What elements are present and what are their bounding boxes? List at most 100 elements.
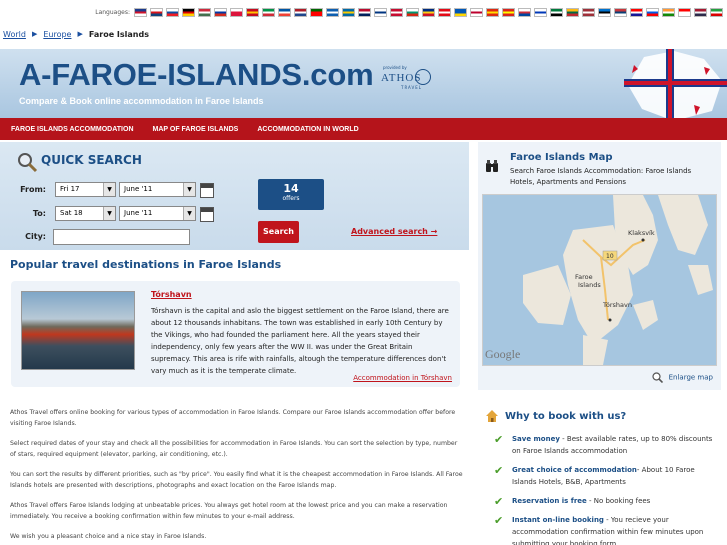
map-title[interactable]: Faroe Islands Map <box>510 152 612 163</box>
athos-travel: TRAVEL <box>401 85 423 90</box>
flag-id-icon[interactable] <box>678 7 691 17</box>
intro-paragraph: Select required dates of your stay and c… <box>10 440 458 458</box>
from-day-select[interactable]: Fri 17 ▼ <box>55 182 116 197</box>
languages-label: Languages: <box>95 8 130 16</box>
map-subtitle: Search Faroe Islands Accommodation: Faro… <box>510 167 692 186</box>
flag-si-icon[interactable] <box>646 7 659 17</box>
to-label: To: <box>32 209 46 218</box>
breadcrumb-current: Faroe Islands <box>88 29 149 39</box>
why-item-title: Reservation is free <box>512 497 587 505</box>
intro-paragraph: Athos Travel offers online booking for v… <box>10 409 456 427</box>
breadcrumb: World ▶ Europe ▶ Faroe Islands <box>3 28 149 40</box>
offers-count-badge[interactable]: 14 offers <box>258 179 324 210</box>
flag-de-icon[interactable] <box>182 7 195 17</box>
quick-search-panel: QUICK SEARCH From: Fri 17 ▼ June '11 ▼ T… <box>0 142 469 250</box>
flag-fi-icon[interactable] <box>374 7 387 17</box>
dropdown-arrow-icon: ▼ <box>103 183 115 196</box>
map-label-islands: Islands <box>578 281 601 289</box>
flag-it-icon[interactable] <box>262 7 275 17</box>
why-item-title: Save money <box>512 435 560 443</box>
from-month-select[interactable]: June '11 ▼ <box>119 182 196 197</box>
why-book-panel: Why to book with us? ✔ Save money - Best… <box>478 396 721 545</box>
flag-il-icon[interactable] <box>534 7 547 17</box>
destination-name-link[interactable]: Tórshavn <box>151 290 192 299</box>
flag-ro-icon[interactable] <box>422 7 435 17</box>
flag-jp-icon[interactable] <box>470 7 483 17</box>
city-input[interactable] <box>53 229 190 245</box>
flag-lv-icon[interactable] <box>582 7 595 17</box>
zoom-icon <box>652 372 663 383</box>
flag-gr-icon[interactable] <box>326 7 339 17</box>
flag-no-icon[interactable] <box>358 7 371 17</box>
dropdown-arrow-icon: ▼ <box>183 183 195 196</box>
google-logo: Google <box>485 347 520 361</box>
flag-bg-icon[interactable] <box>406 7 419 17</box>
map-label-klaksvik: Klaksvík <box>628 229 655 237</box>
athos-provided: provided by <box>383 65 407 70</box>
house-icon <box>486 410 498 422</box>
flag-nl-icon[interactable] <box>294 7 307 17</box>
flag-sk-icon[interactable] <box>166 7 179 17</box>
destination-description: Tórshavn is the capital and aslo the big… <box>151 307 449 375</box>
flag-kr-icon[interactable] <box>518 7 531 17</box>
flag-ua-icon[interactable] <box>454 7 467 17</box>
flag-lt-icon[interactable] <box>566 7 579 17</box>
flag-in-icon[interactable] <box>662 7 675 17</box>
checkmark-icon: ✔ <box>494 495 504 508</box>
intro-paragraph: Athos Travel offers Faroe Islands lodgin… <box>10 502 448 520</box>
breadcrumb-europe[interactable]: Europe <box>43 30 71 39</box>
flag-se-icon[interactable] <box>342 7 355 17</box>
flag-ar-icon[interactable] <box>550 7 563 17</box>
main-nav: FAROE ISLANDS ACCOMMODATION MAP OF FAROE… <box>0 118 727 140</box>
flag-cz-icon[interactable] <box>150 7 163 17</box>
flag-ir-icon[interactable] <box>710 7 723 17</box>
flag-th-icon[interactable] <box>694 7 707 17</box>
to-day-value: Sat 18 <box>60 209 83 217</box>
nav-map-faroe[interactable]: MAP OF FAROE ISLANDS <box>153 126 239 133</box>
why-item: ✔ Great choice of accommodation- About 1… <box>492 464 718 488</box>
faroe-islands-map[interactable]: 10 Klaksvík Faroe Islands Tórshavn Googl… <box>482 194 717 366</box>
map-label-road: 10 <box>606 253 614 260</box>
flag-ru-icon[interactable] <box>214 7 227 17</box>
flag-cn-icon[interactable] <box>486 7 499 17</box>
flag-hr-icon[interactable] <box>630 7 643 17</box>
map-label-torshavn: Tórshavn <box>602 301 632 309</box>
to-day-select[interactable]: Sat 18 ▼ <box>55 206 116 221</box>
flag-ee-icon[interactable] <box>598 7 611 17</box>
flag-tr-icon[interactable] <box>438 7 451 17</box>
to-month-value: June '11 <box>124 209 153 217</box>
search-button[interactable]: Search <box>258 221 299 243</box>
from-label: From: <box>20 185 46 194</box>
nav-faroe-accommodation[interactable]: FAROE ISLANDS ACCOMMODATION <box>11 126 134 133</box>
intro-text: Athos Travel offers online booking for v… <box>10 407 465 545</box>
athos-travel-logo[interactable]: provided by ATHOS TRAVEL <box>381 65 433 93</box>
to-month-select[interactable]: June '11 ▼ <box>119 206 196 221</box>
from-month-value: June '11 <box>124 185 153 193</box>
breadcrumb-world[interactable]: World <box>3 30 26 39</box>
nav-accommodation-world[interactable]: ACCOMMODATION IN WORLD <box>257 126 358 133</box>
why-item-title: Great choice of accommodation <box>512 466 637 474</box>
advanced-search-link[interactable]: Advanced search → <box>351 227 437 236</box>
language-flags <box>134 7 723 17</box>
flag-pt-icon[interactable] <box>310 7 323 17</box>
flag-pl-icon[interactable] <box>230 7 243 17</box>
torshavn-photo[interactable] <box>21 291 135 370</box>
flag-dk-icon[interactable] <box>390 7 403 17</box>
why-item: ✔ Reservation is free - No booking fees <box>492 495 718 507</box>
flag-vn-icon[interactable] <box>502 7 515 17</box>
enlarge-map-link[interactable]: Enlarge map <box>652 372 713 383</box>
flag-gb-icon[interactable] <box>134 7 147 17</box>
flag-rs-icon[interactable] <box>614 7 627 17</box>
destination-accommodation-link[interactable]: Accommodation in Tórshavn <box>353 374 452 382</box>
dropdown-arrow-icon: ▼ <box>183 207 195 220</box>
site-logo[interactable]: A-FAROE-ISLANDS.com <box>19 57 374 93</box>
calendar-icon[interactable] <box>200 183 214 198</box>
enlarge-map-label: Enlarge map <box>668 373 713 382</box>
flag-hu-icon[interactable] <box>198 7 211 17</box>
map-label-faroe: Faroe <box>575 273 593 281</box>
from-day-value: Fri 17 <box>60 185 80 193</box>
calendar-icon[interactable] <box>200 207 214 222</box>
dropdown-arrow-icon: ▼ <box>103 207 115 220</box>
flag-es-icon[interactable] <box>246 7 259 17</box>
flag-fr-icon[interactable] <box>278 7 291 17</box>
